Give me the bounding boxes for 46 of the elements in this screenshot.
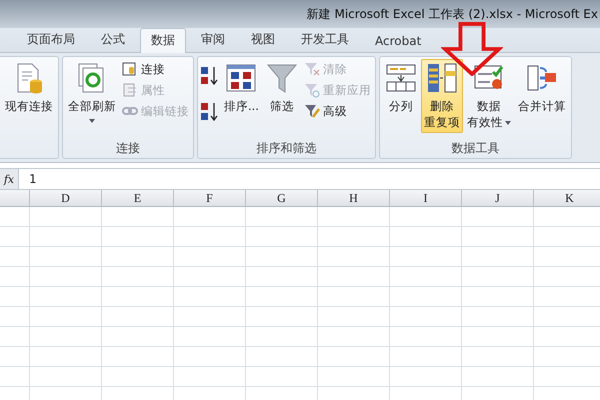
ribbon-tab[interactable]: Acrobat: [364, 30, 432, 52]
ribbon-large-button[interactable]: 筛选: [262, 59, 301, 117]
ribbon-large-button[interactable]: 现有连接: [2, 59, 56, 117]
connection-icon: [122, 61, 138, 77]
ribbon-tab[interactable]: 开发工具: [290, 27, 360, 52]
column-header[interactable]: J: [462, 190, 534, 206]
ribbon-large-button[interactable]: 全部刷新: [65, 59, 119, 126]
remove-duplicates-icon: [426, 62, 458, 94]
window-title: 新建 Microsoft Excel 工作表 (2).xlsx - Microsoft Ex: [306, 6, 598, 22]
formula-input[interactable]: 1: [19, 169, 600, 189]
ribbon-small-button[interactable]: 高级: [302, 102, 373, 120]
group-label: 连接: [115, 140, 141, 157]
ribbon-large-button[interactable]: 删除 重复项: [420, 59, 463, 133]
properties-icon: [122, 82, 138, 98]
ribbon-large-button[interactable]: 排序...: [221, 59, 262, 117]
caret-icon: [504, 120, 511, 124]
split-columns-icon: [384, 62, 417, 94]
funnel-icon: [266, 62, 298, 94]
ribbon-large-button[interactable]: 数据 有效性: [464, 59, 514, 133]
sort-descending-button[interactable]: [200, 101, 220, 123]
clear-filter-icon: [304, 61, 320, 77]
column-header[interactable]: I: [390, 190, 462, 206]
column-header[interactable]: H: [318, 190, 390, 206]
group-label: 数据工具: [450, 140, 500, 157]
sort-ascending-icon: [200, 65, 220, 87]
reapply-filter-icon: [304, 82, 320, 98]
column-header[interactable]: G: [246, 190, 318, 206]
function-label[interactable]: fx: [0, 169, 19, 189]
ribbon-tab[interactable]: 公式: [90, 27, 136, 52]
ribbon-small-button[interactable]: 连接: [120, 60, 191, 78]
column-header[interactable]: D: [30, 190, 102, 206]
ribbon-large-button[interactable]: 合并计算: [514, 59, 569, 117]
sort-descending-icon: [200, 101, 220, 123]
column-header[interactable]: F: [174, 190, 246, 206]
ribbon-tab[interactable]: 视图: [240, 27, 286, 52]
ribbon-tab[interactable]: 审阅: [190, 27, 236, 52]
annotation-arrow: [441, 22, 503, 76]
column-header[interactable]: E: [102, 190, 174, 206]
sort-table-icon: [225, 62, 258, 94]
ribbon-tab[interactable]: 页面布局: [16, 27, 86, 52]
group-label: 排序和筛选: [255, 140, 318, 157]
ribbon-tab[interactable]: 数据: [140, 28, 186, 53]
sort-ascending-button[interactable]: [200, 65, 220, 87]
column-header[interactable]: K: [534, 190, 600, 206]
funnel-pencil-icon: [304, 103, 320, 119]
ribbon-large-button[interactable]: 分列: [382, 59, 420, 117]
